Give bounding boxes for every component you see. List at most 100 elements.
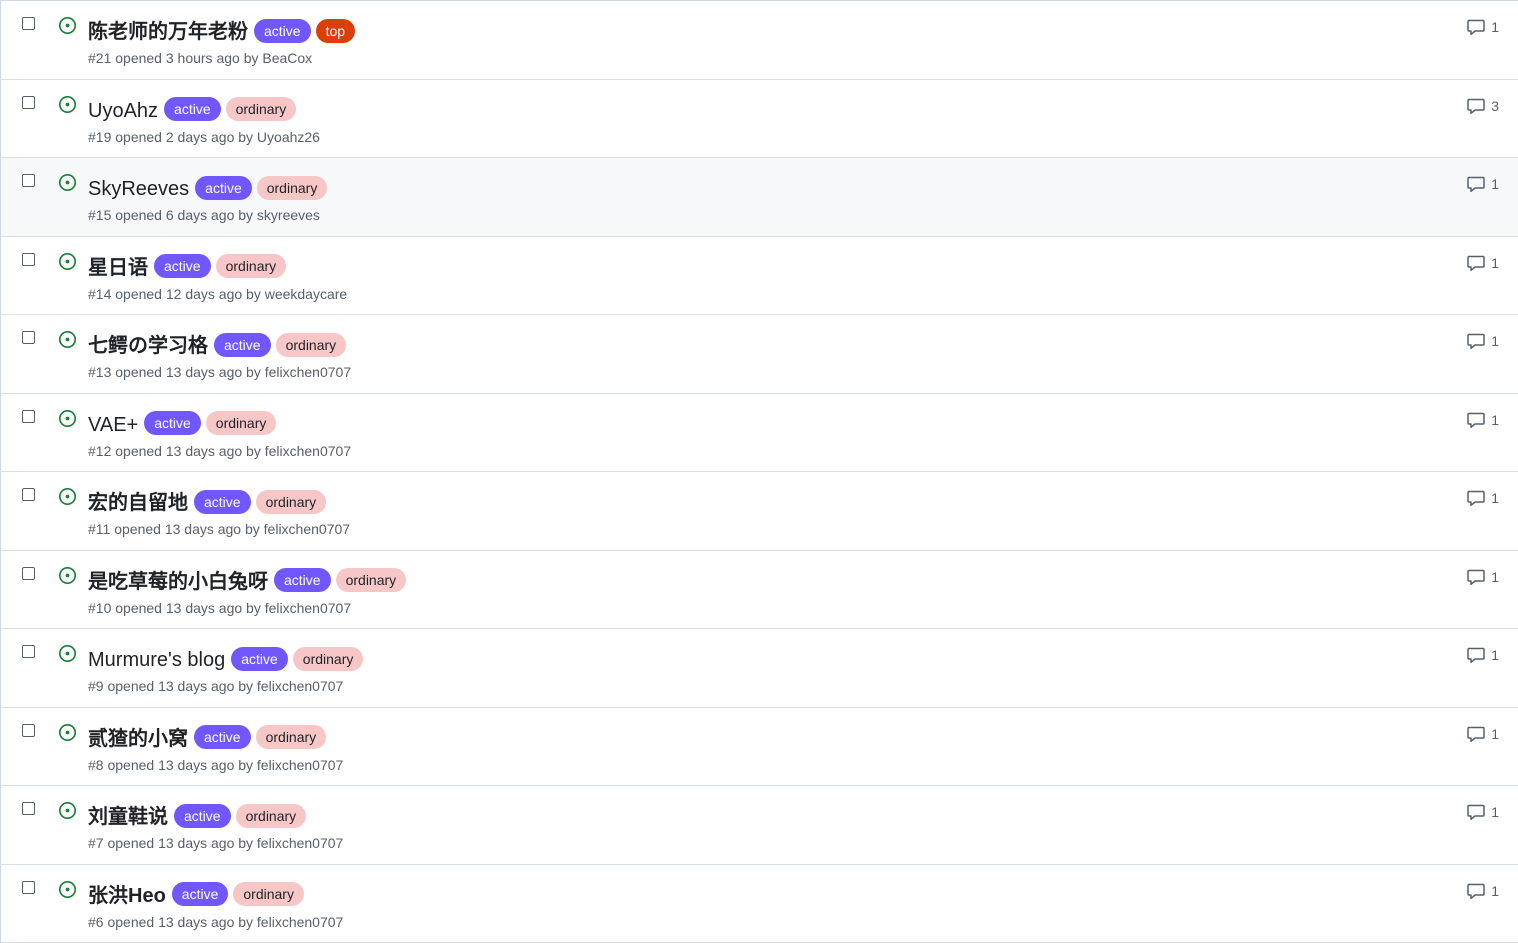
label-active[interactable]: active: [154, 254, 211, 278]
comment-count-link[interactable]: 1: [1466, 175, 1499, 193]
label-ordinary[interactable]: ordinary: [216, 254, 287, 278]
issue-title-link[interactable]: 宏的自留地: [88, 488, 188, 518]
select-issue-checkbox[interactable]: [22, 881, 35, 894]
label-group: activeordinary: [154, 254, 291, 278]
label-group: activeordinary: [144, 411, 281, 435]
comment-icon: [1466, 97, 1486, 115]
label-active[interactable]: active: [231, 647, 288, 671]
comment-count-link[interactable]: 1: [1466, 725, 1499, 743]
issue-title-link[interactable]: 刘童鞋说: [88, 802, 168, 832]
issue-title-line: SkyReeves activeordinary: [88, 171, 332, 204]
label-group: activetop: [254, 19, 360, 43]
label-ordinary[interactable]: ordinary: [336, 568, 407, 592]
issue-opened-icon: [58, 173, 77, 192]
issue-title-link[interactable]: 陈老师的万年老粉: [88, 17, 248, 47]
issue-meta: #6 opened 13 days ago by felixchen0707: [88, 914, 343, 930]
issue-title-link[interactable]: 七鳄の学习格: [88, 331, 208, 361]
comment-count-link[interactable]: 1: [1466, 803, 1499, 821]
label-ordinary[interactable]: ordinary: [293, 647, 364, 671]
comment-icon: [1466, 18, 1486, 36]
comment-icon: [1466, 568, 1486, 586]
select-issue-checkbox[interactable]: [22, 96, 35, 109]
label-active[interactable]: active: [164, 97, 221, 121]
label-group: activeordinary: [274, 568, 411, 592]
label-group: activeordinary: [194, 725, 331, 749]
comment-count: 1: [1491, 255, 1499, 271]
label-ordinary[interactable]: ordinary: [236, 804, 307, 828]
comment-count-link[interactable]: 1: [1466, 489, 1499, 507]
comment-count-link[interactable]: 1: [1466, 882, 1499, 900]
label-active[interactable]: active: [274, 568, 331, 592]
comment-count: 1: [1491, 490, 1499, 506]
comment-count-link[interactable]: 1: [1466, 411, 1499, 429]
comment-count: 1: [1491, 726, 1499, 742]
label-ordinary[interactable]: ordinary: [256, 725, 327, 749]
label-active[interactable]: active: [144, 411, 201, 435]
comment-count-link[interactable]: 3: [1466, 97, 1499, 115]
issue-title-link[interactable]: 贰猹的小窝: [88, 724, 188, 754]
comment-icon: [1466, 411, 1486, 429]
label-top[interactable]: top: [316, 19, 355, 43]
issue-title-link[interactable]: VAE+: [88, 410, 138, 440]
issue-row: UyoAhz activeordinary #19 opened 2 days …: [1, 80, 1518, 159]
issue-title-line: 刘童鞋说 activeordinary: [88, 799, 311, 832]
issue-title-link[interactable]: Murmure's blog: [88, 645, 225, 675]
issue-meta: #11 opened 13 days ago by felixchen0707: [88, 521, 350, 537]
comment-icon: [1466, 646, 1486, 664]
issue-meta: #13 opened 13 days ago by felixchen0707: [88, 364, 351, 380]
label-group: activeordinary: [172, 882, 309, 906]
issue-title-line: 张洪Heo activeordinary: [88, 878, 309, 911]
issue-row: Murmure's blog activeordinary #9 opened …: [1, 629, 1518, 708]
label-ordinary[interactable]: ordinary: [276, 333, 347, 357]
comment-count-link[interactable]: 1: [1466, 18, 1499, 36]
issue-row: 是吃草莓的小白兔呀 activeordinary #10 opened 13 d…: [1, 551, 1518, 630]
select-issue-checkbox[interactable]: [22, 17, 35, 30]
label-group: activeordinary: [214, 333, 351, 357]
label-active[interactable]: active: [214, 333, 271, 357]
comment-icon: [1466, 803, 1486, 821]
issue-meta: #12 opened 13 days ago by felixchen0707: [88, 443, 351, 459]
label-active[interactable]: active: [172, 882, 229, 906]
issue-title-link[interactable]: 是吃草莓的小白兔呀: [88, 567, 268, 597]
label-active[interactable]: active: [174, 804, 231, 828]
select-issue-checkbox[interactable]: [22, 410, 35, 423]
label-ordinary[interactable]: ordinary: [256, 490, 327, 514]
comment-count: 1: [1491, 883, 1499, 899]
issue-meta: #10 opened 13 days ago by felixchen0707: [88, 600, 351, 616]
comment-icon: [1466, 725, 1486, 743]
issue-row: SkyReeves activeordinary #15 opened 6 da…: [1, 158, 1518, 237]
select-issue-checkbox[interactable]: [22, 645, 35, 658]
label-active[interactable]: active: [254, 19, 311, 43]
label-group: activeordinary: [164, 97, 301, 121]
select-issue-checkbox[interactable]: [22, 174, 35, 187]
label-ordinary[interactable]: ordinary: [226, 97, 297, 121]
issue-row: 贰猹的小窝 activeordinary #8 opened 13 days a…: [1, 708, 1518, 787]
label-ordinary[interactable]: ordinary: [257, 176, 328, 200]
issue-title-link[interactable]: SkyReeves: [88, 174, 189, 204]
label-active[interactable]: active: [194, 725, 251, 749]
comment-count-link[interactable]: 1: [1466, 332, 1499, 350]
select-issue-checkbox[interactable]: [22, 802, 35, 815]
label-active[interactable]: active: [194, 490, 251, 514]
select-issue-checkbox[interactable]: [22, 253, 35, 266]
select-issue-checkbox[interactable]: [22, 488, 35, 501]
issue-title-link[interactable]: 张洪Heo: [88, 881, 166, 911]
issue-title-link[interactable]: UyoAhz: [88, 96, 158, 126]
issue-row: 陈老师的万年老粉 activetop #21 opened 3 hours ag…: [1, 1, 1518, 80]
comment-count-link[interactable]: 1: [1466, 568, 1499, 586]
issue-title-link[interactable]: 星日语: [88, 253, 148, 283]
label-group: activeordinary: [194, 490, 331, 514]
label-ordinary[interactable]: ordinary: [233, 882, 304, 906]
select-issue-checkbox[interactable]: [22, 567, 35, 580]
comment-icon: [1466, 332, 1486, 350]
comment-icon: [1466, 254, 1486, 272]
label-active[interactable]: active: [195, 176, 252, 200]
comment-count: 1: [1491, 569, 1499, 585]
select-issue-checkbox[interactable]: [22, 724, 35, 737]
label-ordinary[interactable]: ordinary: [206, 411, 277, 435]
select-issue-checkbox[interactable]: [22, 331, 35, 344]
comment-count-link[interactable]: 1: [1466, 254, 1499, 272]
issue-opened-icon: [58, 880, 77, 899]
issue-opened-icon: [58, 801, 77, 820]
comment-count-link[interactable]: 1: [1466, 646, 1499, 664]
